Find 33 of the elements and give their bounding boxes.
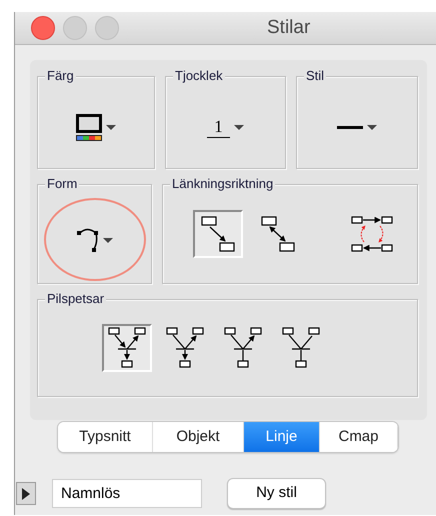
link-direction-option[interactable]: [193, 210, 243, 258]
triangle-icon: [22, 488, 30, 500]
arrowhead-icon: [108, 327, 146, 369]
color-dropdown[interactable]: [74, 112, 118, 144]
name-field[interactable]: Namnlös: [52, 479, 202, 508]
two-way-link-icon: [261, 216, 295, 252]
arrowhead-option[interactable]: [102, 324, 152, 372]
group-label: Länkningsriktning: [170, 176, 276, 192]
disclosure-button[interactable]: [16, 482, 36, 505]
arrowhead-icon: [166, 327, 204, 369]
group-label: Pilspetsar: [45, 291, 106, 307]
caret-icon: [367, 125, 377, 130]
tab[interactable]: Cmap: [320, 422, 398, 452]
curve-icon: [76, 227, 98, 253]
line-style-icon: [337, 126, 363, 129]
new-style-button[interactable]: Ny stil: [227, 478, 326, 509]
tab[interactable]: Objekt: [153, 422, 244, 452]
group-label: Tjocklek: [173, 68, 225, 84]
tab[interactable]: Linje: [244, 422, 320, 452]
window-title: Stilar: [267, 16, 310, 40]
color-icon: [76, 114, 102, 142]
arrowhead-icon: [282, 327, 320, 369]
group-label: Färg: [45, 68, 76, 84]
arrowhead-icon: [224, 327, 262, 369]
one-way-link-icon: [201, 216, 235, 252]
tab[interactable]: Typsnitt: [58, 422, 153, 452]
caret-icon: [106, 125, 116, 130]
cycle-link-icon: [351, 215, 393, 253]
close-button[interactable]: [31, 16, 55, 40]
line-style-dropdown[interactable]: [335, 123, 379, 132]
thickness-dropdown[interactable]: 1: [205, 115, 246, 140]
caret-icon: [102, 238, 112, 242]
caret-icon: [234, 125, 244, 130]
